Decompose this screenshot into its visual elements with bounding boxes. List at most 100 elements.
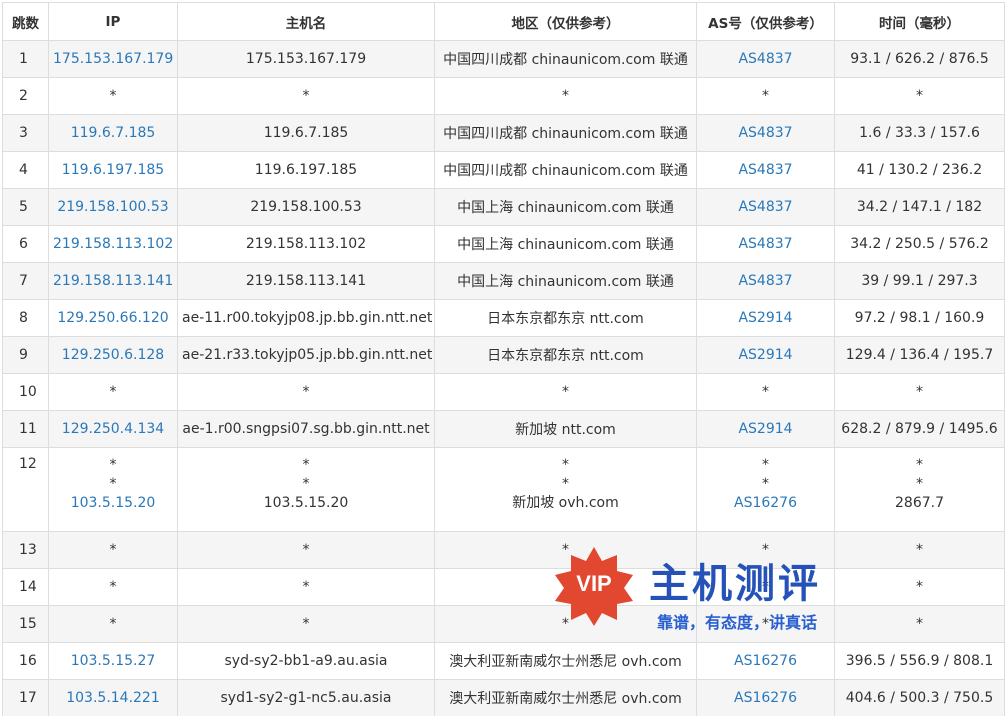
table-row: 1 175.153.167.179 175.153.167.179 中国四川成都 ch… xyxy=(2,40,1005,78)
cell-ip: * xyxy=(48,373,178,411)
cell-ip: * * 103.5.15.20 xyxy=(48,447,178,532)
cell-hostname: * * 103.5.15.20 xyxy=(177,447,435,532)
vip-badge-label: VIP xyxy=(576,571,612,596)
cell-time: * * 2867.7 xyxy=(834,447,1005,532)
cell-time: 93.1 / 626.2 / 876.5 xyxy=(834,40,1005,78)
table-row: 13 * * * * * xyxy=(2,531,1005,569)
cell-region: * xyxy=(434,373,697,411)
col-header-time: 时间（毫秒） xyxy=(834,2,1005,41)
cell-hop: 10 xyxy=(2,373,49,411)
traceroute-table: 跳数 IP 主机名 地区（仅供参考） AS号（仅供参考） 时间（毫秒） 1 175… xyxy=(2,2,1005,716)
cell-ip-line[interactable]: 103.5.15.20 xyxy=(53,494,173,513)
cell-time: 34.2 / 250.5 / 576.2 xyxy=(834,225,1005,263)
header-row: 跳数 IP 主机名 地区（仅供参考） AS号（仅供参考） 时间（毫秒） xyxy=(2,2,1005,41)
cell-ip: * xyxy=(48,568,178,606)
table-row: 11 129.250.4.134 ae-1.r00.sngpsi07.sg.bb.g… xyxy=(2,410,1005,448)
col-header-ip: IP xyxy=(48,2,178,41)
as-link[interactable]: AS4837 xyxy=(738,51,792,67)
table-row: 10 * * * * * xyxy=(2,373,1005,411)
cell-time: * xyxy=(834,77,1005,115)
table-row: 9 129.250.6.128 ae-21.r33.tokyjp05.jp.bb.g… xyxy=(2,336,1005,374)
cell-region-line: * xyxy=(562,476,569,492)
cell-time: 41 / 130.2 / 236.2 xyxy=(834,151,1005,189)
cell-ip: 175.153.167.179 xyxy=(48,40,178,78)
table-row: 16 103.5.15.27 syd-sy2-bb1-a9.au.asia 澳大利亚新… xyxy=(2,642,1005,680)
cell-region: 澳大利亚新南威尔士州悉尼 ovh.com xyxy=(434,679,697,716)
as-link[interactable]: AS16276 xyxy=(734,653,797,669)
cell-hostname: * xyxy=(177,531,435,569)
table-body: 1 175.153.167.179 175.153.167.179 中国四川成都 ch… xyxy=(2,40,1005,716)
cell-time: 39 / 99.1 / 297.3 xyxy=(834,262,1005,300)
as-link[interactable]: AS4837 xyxy=(738,199,792,215)
as-link[interactable]: AS2914 xyxy=(738,347,792,363)
cell-ip: 129.250.6.128 xyxy=(48,336,178,374)
ip-link[interactable]: 119.6.7.185 xyxy=(71,125,156,141)
ip-link[interactable]: 219.158.113.141 xyxy=(53,273,173,289)
ip-link[interactable]: 175.153.167.179 xyxy=(53,51,173,67)
cell-ip: 219.158.100.53 xyxy=(48,188,178,226)
ip-link[interactable]: 129.250.66.120 xyxy=(57,310,168,326)
cell-region: 中国四川成都 chinaunicom.com 联通 xyxy=(434,151,697,189)
cell-ip: * xyxy=(48,531,178,569)
cell-ip: * xyxy=(48,605,178,643)
cell-ip: 129.250.66.120 xyxy=(48,299,178,337)
cell-time: 404.6 / 500.3 / 750.5 xyxy=(834,679,1005,716)
cell-time: 396.5 / 556.9 / 808.1 xyxy=(834,642,1005,680)
cell-time: * xyxy=(834,568,1005,606)
page: 跳数 IP 主机名 地区（仅供参考） AS号（仅供参考） 时间（毫秒） 1 175… xyxy=(0,0,1007,716)
cell-hostname: * xyxy=(177,373,435,411)
cell-ip: 103.5.14.221 xyxy=(48,679,178,716)
table-row: 8 129.250.66.120 ae-11.r00.tokyjp08.jp.bb.… xyxy=(2,299,1005,337)
cell-hostname: 119.6.197.185 xyxy=(177,151,435,189)
cell-ip-line: * xyxy=(109,476,117,492)
cell-hostname: ae-1.r00.sngpsi07.sg.bb.gin.ntt.net xyxy=(177,410,435,448)
as-link[interactable]: AS4837 xyxy=(738,236,792,252)
cell-ip: 119.6.7.185 xyxy=(48,114,178,152)
as-link[interactable]: AS2914 xyxy=(738,310,792,326)
cell-hop: 4 xyxy=(2,151,49,189)
watermark-slogan: 靠谱，有态度，讲真话 xyxy=(657,613,818,632)
cell-time: * xyxy=(834,605,1005,643)
table-row: 14***** xyxy=(2,568,1005,606)
cell-as-line: * xyxy=(762,476,769,492)
cell-hop: 12 xyxy=(2,447,49,532)
cell-time-line: 2867.7 xyxy=(895,495,944,511)
cell-hostname: 175.153.167.179 xyxy=(177,40,435,78)
cell-as: AS4837 xyxy=(696,188,835,226)
cell-ip: 129.250.4.134 xyxy=(48,410,178,448)
as-link[interactable]: AS4837 xyxy=(738,125,792,141)
cell-hostname: 219.158.100.53 xyxy=(177,188,435,226)
ip-link[interactable]: 219.158.100.53 xyxy=(57,199,168,215)
table-row: 15 * * * * * xyxy=(2,605,1005,643)
ip-link[interactable]: 103.5.15.27 xyxy=(71,653,156,669)
col-header-hostname: 主机名 xyxy=(177,2,435,41)
ip-link[interactable]: 119.6.197.185 xyxy=(62,162,164,178)
cell-hostname-line: 103.5.15.20 xyxy=(263,495,349,511)
table-row: 7 219.158.113.141 219.158.113.141 中国上海 chin… xyxy=(2,262,1005,300)
as-link[interactable]: AS16276 xyxy=(734,690,797,706)
cell-region: 中国四川成都 chinaunicom.com 联通 xyxy=(434,114,697,152)
cell-hop: 5 xyxy=(2,188,49,226)
as-link[interactable]: AS4837 xyxy=(738,162,792,178)
ip-link[interactable]: 219.158.113.102 xyxy=(53,236,173,252)
cell-time: 97.2 / 98.1 / 160.9 xyxy=(834,299,1005,337)
cell-region-line: 新加坡 ovh.com xyxy=(512,495,619,511)
cell-time: 34.2 / 147.1 / 182 xyxy=(834,188,1005,226)
cell-hostname: 219.158.113.141 xyxy=(177,262,435,300)
cell-time-line: * xyxy=(916,476,923,492)
cell-region: 中国上海 chinaunicom.com 联通 xyxy=(434,262,697,300)
ip-link[interactable]: 129.250.6.128 xyxy=(62,347,164,363)
cell-region: 澳大利亚新南威尔士州悉尼 ovh.com xyxy=(434,642,697,680)
watermark: VIP 主机测评 靠谱，有态度，讲真话 xyxy=(553,545,853,635)
ip-link[interactable]: 129.250.4.134 xyxy=(62,421,164,437)
cell-as: * xyxy=(696,77,835,115)
cell-time: * xyxy=(834,373,1005,411)
cell-ip-line: * xyxy=(109,457,117,473)
cell-as: AS16276 xyxy=(696,679,835,716)
cell-time: 129.4 / 136.4 / 195.7 xyxy=(834,336,1005,374)
as-link[interactable]: AS4837 xyxy=(738,273,792,289)
cell-hop: 16 xyxy=(2,642,49,680)
as-link[interactable]: AS2914 xyxy=(738,421,792,437)
ip-link[interactable]: 103.5.14.221 xyxy=(66,690,160,706)
cell-as-line[interactable]: AS16276 xyxy=(701,494,830,513)
